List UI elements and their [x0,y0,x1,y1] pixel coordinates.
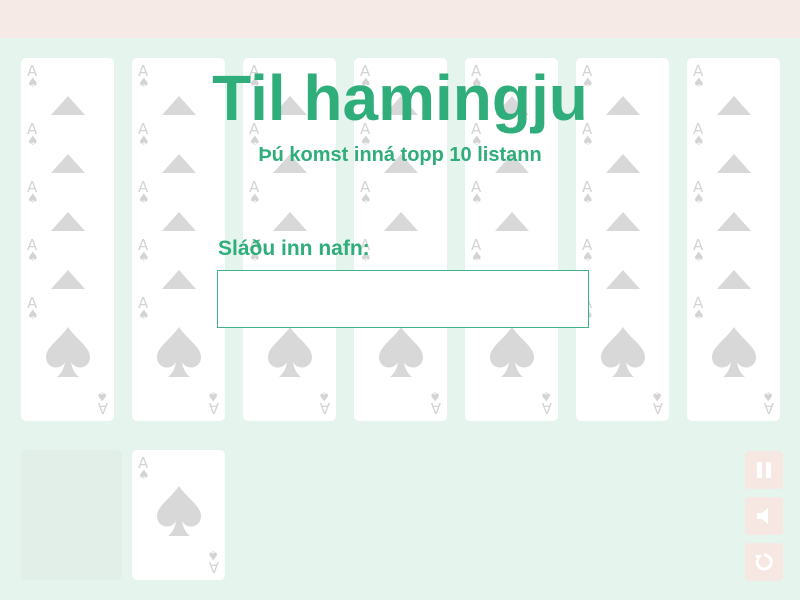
highscore-dialog: Til hamingju Þú komst inná topp 10 lista… [0,0,800,600]
dialog-subtitle: Þú komst inná topp 10 listann [258,144,542,166]
dialog-title: Til hamingju [212,62,588,134]
pause-button[interactable] [745,451,783,489]
restart-icon [755,553,773,571]
speaker-icon [757,508,768,524]
pause-icon [757,462,771,478]
restart-button[interactable] [745,543,783,581]
name-input[interactable] [217,270,589,328]
name-label: Sláðu inn nafn: [218,237,370,260]
sound-button[interactable] [745,497,783,535]
